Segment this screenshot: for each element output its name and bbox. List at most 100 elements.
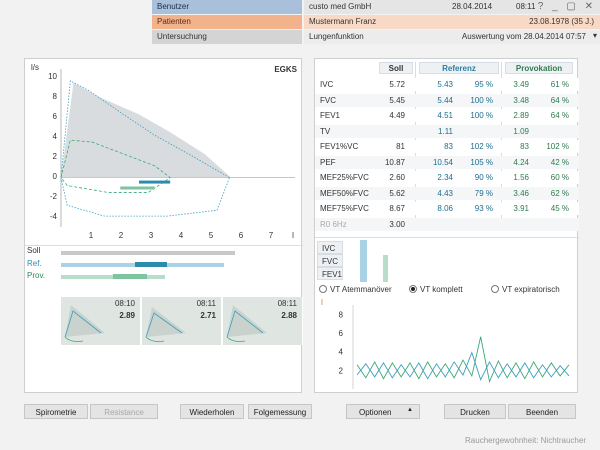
- volume-bar-ivc-ref: [360, 240, 367, 282]
- user-label: Benutzer: [152, 0, 302, 14]
- patient-value-cell: Mustermann Franz 23.08.1978 (35 J.): [304, 15, 600, 29]
- tab-resistance[interactable]: Resistance: [90, 404, 158, 419]
- table-row: FEV1%VC 81 83 102 % 83 102 %: [315, 140, 579, 153]
- options-label: Optionen: [359, 408, 392, 417]
- table-row: IVC 5.72 5.43 95 % 3.49 61 %: [315, 78, 579, 91]
- prov-marker: [113, 274, 147, 279]
- radio-vt-komplett[interactable]: VT komplett: [409, 285, 463, 294]
- volume-bar-fvc-prov: [383, 255, 388, 282]
- provokation-value: 4.24: [513, 157, 529, 167]
- exam-label[interactable]: Untersuchung: [152, 30, 302, 44]
- referenz-value: 8.06: [437, 204, 453, 213]
- ref-marker: [135, 262, 167, 267]
- measurement-thumbnails: 08:10 2.89 08:11 2.71 08:11 2.88: [61, 297, 303, 347]
- table-row: FEV1 4.49 4.51 100 % 2.89 64 %: [315, 109, 579, 122]
- table-row: TV 1.11 1.09: [315, 124, 579, 138]
- tidal-volume-chart: 8 6 4 2: [315, 299, 579, 393]
- provokation-value: 3.46: [513, 188, 529, 198]
- provokation-percent: 64 %: [550, 111, 569, 120]
- table-row: FVC 5.45 5.44 100 % 3.48 64 %: [315, 93, 579, 107]
- prov-label: Prov.: [27, 271, 46, 280]
- header-exam-row: Untersuchung Lungenfunktion Auswertung v…: [152, 30, 600, 45]
- soll-label: Soll: [27, 246, 41, 255]
- vt-y-tick-label: 4: [339, 348, 344, 357]
- y-tick-label: 8: [52, 92, 57, 101]
- referenz-value: 10.54: [432, 157, 453, 167]
- y-tick-label: 4: [52, 132, 57, 141]
- radio-vt-expiratorisch[interactable]: VT expiratorisch: [491, 285, 560, 294]
- volume-label: FVC: [317, 254, 343, 267]
- param-name: TV: [320, 126, 331, 136]
- patient-label[interactable]: Patienten: [152, 15, 302, 29]
- provokation-value: 2.89: [513, 111, 529, 120]
- tab-spirometrie[interactable]: Spirometrie: [24, 404, 88, 419]
- x-tick-label: 5: [208, 231, 214, 240]
- radio-dot-icon: [319, 285, 327, 293]
- radio-vt-atemmanoever[interactable]: VT Atemmanöver: [319, 285, 392, 294]
- referenz-percent: 93 %: [474, 204, 493, 213]
- referenz-value: 4.51: [437, 111, 453, 120]
- vt-y-tick-label: 2: [339, 366, 344, 375]
- flow-volume-chart: l/s EGKS 10 8 6 4 2 0 -2 -4 1 2 3 4 5 6 …: [25, 59, 303, 245]
- vt-series-line-2: [356, 351, 570, 381]
- header-date: 28.04.2014: [452, 2, 493, 11]
- param-name: R0 6Hz: [320, 219, 347, 229]
- table-row: PEF 10.87 10.54 105 % 4.24 42 %: [315, 155, 579, 169]
- volume-comparison-bars: Soll Ref. Prov.: [25, 245, 303, 297]
- referenz-percent: 79 %: [474, 188, 493, 198]
- header-time: 08:11: [516, 2, 536, 11]
- soll-value: 5.45: [389, 95, 405, 105]
- volume-label: IVC: [317, 241, 343, 254]
- soll-column-header: Soll: [379, 62, 413, 74]
- x-tick-label: l: [292, 231, 294, 240]
- referenz-percent: 105 %: [470, 157, 493, 167]
- provokation-column-header: Provokation: [505, 62, 573, 74]
- exam-value-cell: Lungenfunktion Auswertung vom 28.04.2014…: [304, 30, 600, 44]
- soll-bar: [61, 251, 235, 255]
- y-tick-label: 0: [52, 172, 57, 181]
- chevron-up-icon: ▲: [407, 407, 413, 413]
- volume-label: FEV1: [317, 267, 343, 280]
- curve-time: 08:11: [277, 299, 297, 308]
- radio-label: VT Atemmanöver: [330, 285, 392, 294]
- provokation-percent: 61 %: [550, 80, 569, 89]
- x-tick-label: 2: [118, 231, 124, 240]
- curve-thumbnail[interactable]: 08:10 2.89: [61, 297, 141, 345]
- provokation-value: 1.09: [513, 126, 529, 136]
- referenz-percent: 95 %: [474, 80, 493, 89]
- provokation-value: 1.56: [513, 173, 529, 182]
- header-patient-row: Patienten Mustermann Franz 23.08.1978 (3…: [152, 15, 600, 30]
- fvc-ref-marker: [139, 180, 171, 184]
- chevron-down-icon[interactable]: ▾: [593, 31, 597, 40]
- window-controls-icon[interactable]: ? _ ▢ ✕: [538, 1, 596, 12]
- curve-value: 2.89: [119, 311, 135, 320]
- header-user-row: Benutzer custo med GmbH 28.04.2014 08:11…: [152, 0, 600, 15]
- repeat-button[interactable]: Wiederholen: [180, 404, 244, 419]
- table-row: MEF25%FVC 2.60 2.34 90 % 1.56 60 %: [315, 171, 579, 184]
- param-name: IVC: [320, 80, 334, 89]
- param-name: FVC: [320, 95, 336, 105]
- provokation-value: 3.49: [513, 80, 529, 89]
- curve-thumbnail[interactable]: 08:11 2.71: [142, 297, 222, 345]
- provokation-percent: 60 %: [550, 173, 569, 182]
- provokation-percent: 64 %: [550, 95, 569, 105]
- provokation-percent: 62 %: [550, 188, 569, 198]
- referenz-value: 5.43: [437, 80, 453, 89]
- soll-value: 3.00: [389, 219, 405, 229]
- provokation-percent: 42 %: [550, 157, 569, 167]
- param-name: FEV1: [320, 111, 341, 120]
- referenz-value: 2.34: [437, 173, 453, 182]
- x-tick-label: 6: [238, 231, 244, 240]
- options-button[interactable]: Optionen ▲: [346, 404, 420, 419]
- provokation-percent: 102 %: [546, 142, 569, 151]
- referenz-percent: 90 %: [474, 173, 493, 182]
- referenz-percent: 100 %: [470, 95, 493, 105]
- exit-button[interactable]: Beenden: [508, 404, 576, 419]
- follow-up-button[interactable]: Folgemessung: [248, 404, 312, 419]
- table-row: R0 6Hz 3.00: [315, 217, 579, 231]
- soll-value: 10.87: [384, 157, 405, 167]
- y-tick-label: 10: [48, 72, 57, 81]
- x-tick-label: 1: [88, 231, 94, 240]
- curve-thumbnail[interactable]: 08:11 2.88: [223, 297, 303, 345]
- print-button[interactable]: Drucken: [444, 404, 506, 419]
